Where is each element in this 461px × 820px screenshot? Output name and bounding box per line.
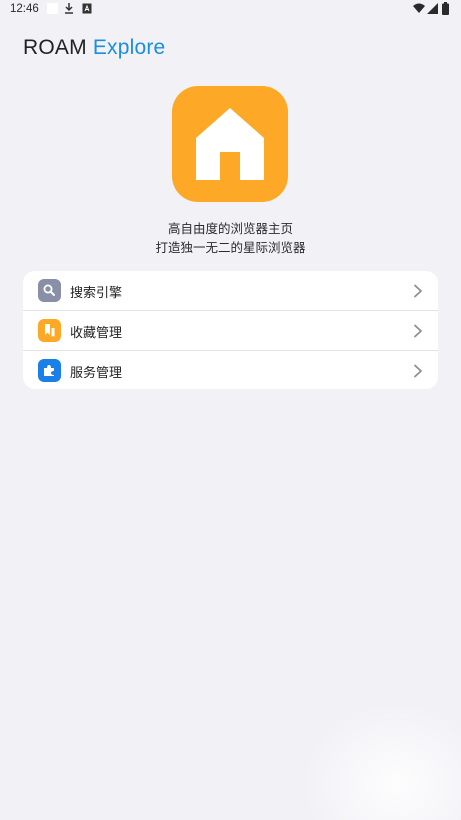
- home-icon: [172, 86, 288, 202]
- hero-tagline-line1: 高自由度的浏览器主页: [167, 221, 293, 236]
- status-time: 12:46: [10, 3, 39, 15]
- cellular-signal-icon: [427, 3, 438, 17]
- menu-item-label: 搜索引擎: [70, 286, 123, 301]
- menu-item-service-management[interactable]: 服务管理: [23, 351, 438, 389]
- bookmark-icon: [38, 319, 61, 342]
- hero-tagline-line2: 打造独一无二的星际浏览器: [155, 240, 306, 255]
- app-title-explore: Explore: [92, 36, 166, 59]
- download-icon: [63, 2, 75, 18]
- menu-item-bookmark-management[interactable]: 收藏管理: [23, 311, 438, 350]
- status-bar: 12:46: [0, 0, 461, 20]
- blank-notification-icon: [47, 3, 58, 14]
- menu-item-label: 收藏管理: [70, 326, 123, 341]
- battery-icon: [442, 2, 449, 18]
- search-icon: [38, 279, 61, 302]
- chevron-right-icon: [413, 363, 423, 382]
- chevron-right-icon: [413, 323, 423, 342]
- chevron-right-icon: [413, 283, 423, 302]
- background-glow: [300, 700, 461, 820]
- app-notification-icon: [82, 3, 92, 17]
- app-title: ROAM Explore: [23, 36, 165, 60]
- menu-item-search-engine[interactable]: 搜索引擎: [23, 271, 438, 310]
- wifi-icon: [413, 3, 425, 17]
- settings-menu-card: 搜索引擎 收藏管理 服务管理: [23, 271, 438, 389]
- puzzle-icon: [38, 359, 61, 382]
- app-title-roam: ROAM: [23, 36, 87, 59]
- menu-item-label: 服务管理: [70, 366, 123, 381]
